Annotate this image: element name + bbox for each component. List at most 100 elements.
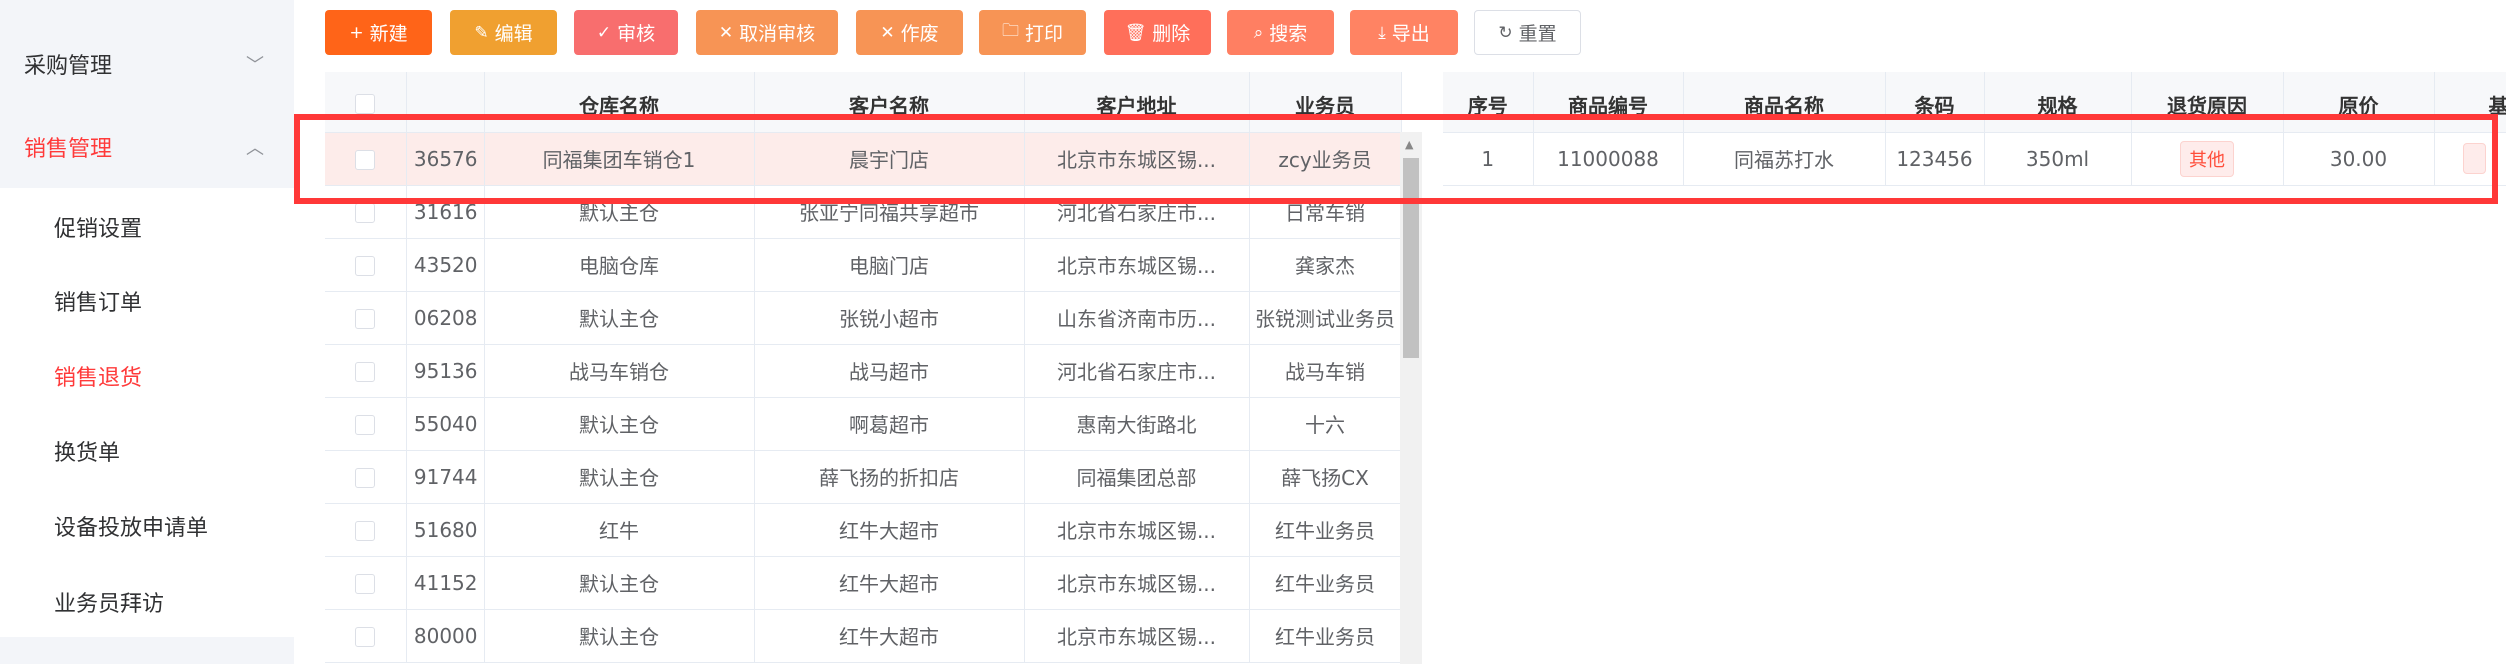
column-header: 客户名称: [754, 72, 1025, 133]
sidebar-item-sales-order[interactable]: 销售订单: [54, 285, 142, 317]
table-cell: 默认主仓: [484, 185, 755, 239]
column-header: 基本: [2434, 72, 2506, 133]
row-checkbox[interactable]: [355, 627, 376, 647]
table-cell: 36576: [406, 132, 485, 186]
edit-icon: ✎: [474, 22, 489, 43]
table-cell: 30.00: [2283, 132, 2435, 186]
button-label: 搜索: [1269, 23, 1308, 45]
row-checkbox[interactable]: [355, 521, 376, 541]
row-checkbox-cell[interactable]: [325, 397, 407, 451]
select-all-checkbox[interactable]: [355, 93, 376, 114]
table-cell: 80000: [406, 609, 485, 663]
sidebar-item-exchange[interactable]: 换货单: [54, 435, 120, 467]
row-checkbox[interactable]: [355, 362, 376, 382]
column-header: 序号: [1443, 72, 1534, 133]
folder-button[interactable]: 🗀 打印: [979, 10, 1086, 55]
column-header: [406, 72, 485, 133]
column-header: 规格: [1984, 72, 2132, 133]
button-label: 审核: [617, 23, 656, 45]
plus-icon: +: [349, 22, 364, 43]
table-cell: 薛飞扬CX: [1249, 450, 1402, 504]
table-cell: 山东省济南市历...: [1024, 291, 1250, 345]
column-header: 客户地址: [1024, 72, 1250, 133]
row-checkbox[interactable]: [355, 203, 376, 223]
table-cell: 红牛大超市: [754, 556, 1025, 610]
table-cell: 350ml: [1984, 132, 2132, 186]
table-cell: 红牛大超市: [754, 503, 1025, 557]
table-row[interactable]: 51680 红牛 红牛大超市 北京市东城区锡... 红牛业务员: [325, 503, 1402, 557]
return-reason-tag: 其他: [2180, 140, 2234, 177]
table-cell: 河北省石家庄市...: [1024, 185, 1250, 239]
detail-table: 序号商品编号商品名称条码规格退货原因原价基本 111000088同福苏打水123…: [1443, 72, 2506, 186]
row-checkbox-cell[interactable]: [325, 503, 407, 557]
row-checkbox-cell[interactable]: [325, 291, 407, 345]
table-row[interactable]: 55040 默认主仓 啊葛超市 惠南大街路北 十六: [325, 397, 1402, 451]
button-label: 作废: [900, 23, 939, 45]
row-checkbox[interactable]: [355, 256, 376, 276]
row-checkbox-cell[interactable]: [325, 238, 407, 292]
scroll-up-icon[interactable]: ▲: [1405, 138, 1413, 151]
table-cell: 红牛: [484, 503, 755, 557]
column-header: 退货原因: [2131, 72, 2284, 133]
table-cell: 北京市东城区锡...: [1024, 556, 1250, 610]
search-button[interactable]: ⌕ 搜索: [1227, 10, 1334, 55]
table-row[interactable]: 36576 同福集团车销仓1 晨宇门店 北京市东城区锡... zcy业务员: [325, 132, 1402, 186]
table-cell: 河北省石家庄市...: [1024, 344, 1250, 398]
close-button[interactable]: ✕ 取消审核: [696, 10, 838, 55]
download-button[interactable]: ⤓ 导出: [1350, 10, 1458, 55]
table-row[interactable]: 91744 默认主仓 薛飞扬的折扣店 同福集团总部 薛飞扬CX: [325, 450, 1402, 504]
unit-tag: [2462, 143, 2487, 174]
table-cell: 同福苏打水: [1683, 132, 1886, 186]
table-row[interactable]: 06208 默认主仓 张锐小超市 山东省济南市历... 张锐测试业务员: [325, 291, 1402, 345]
sidebar-item-sales-return[interactable]: 销售退货: [54, 360, 142, 392]
table-cell: 51680: [406, 503, 485, 557]
row-checkbox-cell[interactable]: [325, 450, 407, 504]
table-row[interactable]: 43520 电脑仓库 电脑门店 北京市东城区锡... 龚家杰: [325, 238, 1402, 292]
column-header: 商品名称: [1683, 72, 1886, 133]
select-all-header[interactable]: [325, 72, 407, 133]
table-row[interactable]: 95136 战马车销仓 战马超市 河北省石家庄市... 战马车销: [325, 344, 1402, 398]
row-checkbox-cell[interactable]: [325, 132, 407, 186]
table-cell: [2434, 132, 2506, 186]
sidebar-item-promotion[interactable]: 促销设置: [54, 211, 142, 243]
plus-button[interactable]: + 新建: [325, 10, 432, 55]
row-checkbox[interactable]: [355, 468, 376, 488]
row-checkbox[interactable]: [355, 150, 376, 170]
row-checkbox[interactable]: [355, 309, 376, 329]
row-checkbox-cell[interactable]: [325, 185, 407, 239]
table-cell: 95136: [406, 344, 485, 398]
refresh-button[interactable]: ↻ 重置: [1474, 10, 1581, 55]
column-header: 条码: [1885, 72, 1985, 133]
close-button[interactable]: ✕ 作废: [856, 10, 963, 55]
table-cell: 91744: [406, 450, 485, 504]
close-icon: ✕: [718, 22, 734, 43]
row-checkbox-cell[interactable]: [325, 609, 407, 663]
table-cell: 红牛业务员: [1249, 556, 1402, 610]
table-cell: 123456: [1885, 132, 1985, 186]
table-row[interactable]: 31616 默认主仓 张亚宁同福共享超市 河北省石家庄市... 日常车销: [325, 185, 1402, 239]
table-row[interactable]: 80000 默认主仓 红牛大超市 北京市东城区锡... 红牛业务员: [325, 609, 1402, 663]
button-label: 重置: [1518, 23, 1557, 45]
row-checkbox-cell[interactable]: [325, 556, 407, 610]
table-cell: 战马车销: [1249, 344, 1402, 398]
table-row[interactable]: 1 11000088 同福苏打水 123456 350ml 其他 30.00: [1443, 132, 2506, 186]
table-cell: 43520: [406, 238, 485, 292]
row-checkbox[interactable]: [355, 574, 376, 594]
close-icon: ✕: [880, 22, 895, 43]
table-cell: 红牛大超市: [754, 609, 1025, 663]
check-button[interactable]: ✓ 审核: [574, 10, 678, 55]
table-scrollbar[interactable]: ▲: [1400, 132, 1422, 664]
trash-button[interactable]: 🗑 删除: [1104, 10, 1211, 55]
menu-purchase[interactable]: 采购管理 ﹀: [0, 22, 294, 106]
main-table: 仓库名称 客户名称 客户地址 业务员 36576 同福集团车销仓1 晨宇门店 北京市东城区锡…: [325, 72, 1402, 663]
row-checkbox[interactable]: [355, 415, 376, 435]
sidebar-item-equipment[interactable]: 设备投放申请单: [54, 510, 208, 542]
sidebar-item-visit[interactable]: 业务员拜访: [54, 586, 164, 618]
edit-button[interactable]: ✎ 编辑: [450, 10, 557, 55]
row-checkbox-cell[interactable]: [325, 344, 407, 398]
table-cell: 55040: [406, 397, 485, 451]
table-cell: 北京市东城区锡...: [1024, 503, 1250, 557]
table-row[interactable]: 41152 默认主仓 红牛大超市 北京市东城区锡... 红牛业务员: [325, 556, 1402, 610]
scrollbar-thumb[interactable]: [1403, 158, 1419, 358]
menu-sales[interactable]: 销售管理 ︿: [0, 105, 294, 189]
